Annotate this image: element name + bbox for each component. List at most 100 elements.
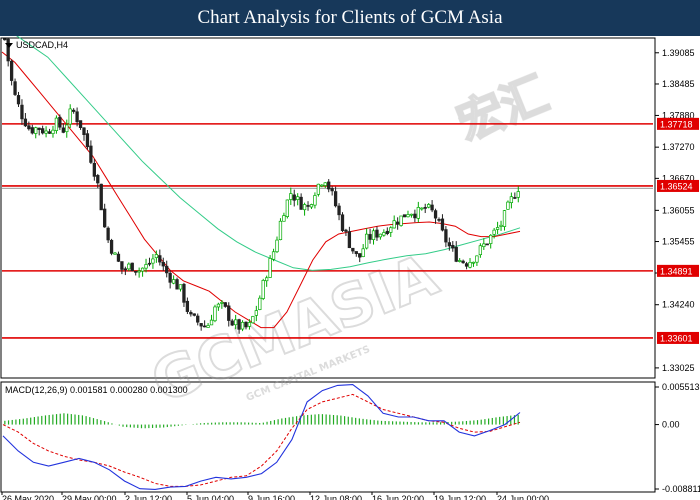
candle-body [333,191,338,207]
candle-body [230,320,234,326]
symbol-label: USDCAD,H4 [16,40,68,50]
candle-body [458,260,462,262]
level-tag: 1.34891 [657,264,699,277]
chart-area: GCMASIA 宏汇 GCM CAPITAL MARKETS 1.390851.… [0,36,700,500]
candle-body [247,322,252,327]
candle-body [202,325,207,328]
candle-body [327,181,331,190]
level-tag: 1.33601 [657,331,699,344]
candle-body [406,214,410,218]
macd-tick-label: 0.005513 [662,382,700,392]
candle-body [144,264,148,269]
candle-body [399,215,403,226]
candle-body [154,254,159,259]
candle-body [13,81,17,95]
candle-body [378,233,383,238]
candle-body [171,279,176,284]
candle-body [261,280,265,299]
candle-body [385,230,389,234]
candle [285,199,289,219]
candle-body [495,227,500,230]
candle-body [40,128,45,134]
candle-body [361,248,365,257]
candle-body [34,127,38,134]
candle-body [302,204,307,211]
candle-body [502,210,507,227]
candle-body [68,108,72,125]
candle-body [316,183,321,195]
candle-body [509,196,514,204]
candle-body [244,321,248,328]
candle-body [130,262,134,272]
candle-body [209,319,214,326]
candle-body [437,219,441,221]
macd-tick-label: -0.008811 [662,484,700,494]
candle-body [451,244,455,249]
candle [402,214,407,218]
candle-body [72,109,76,112]
candle-body [423,207,427,209]
candle-body [92,162,96,177]
candle-body [75,111,79,123]
time-axis: 26 May 2020 29 May 00:00 2 Jun 12:00 5 Jun … [1,492,549,500]
candle-body [409,213,414,216]
candle-body [320,184,324,187]
price-tick-label: 1.33025 [662,363,695,373]
candle-body [6,38,10,62]
candle-body [402,214,407,218]
candle-body [278,220,283,241]
candle-body [265,277,269,282]
chart-title: Chart Analysis for Clients of GCM Asia [0,0,700,36]
candle [268,255,272,278]
candle-body [96,175,100,184]
price-tick-label: 1.36055 [662,205,695,215]
level-label: 1.36524 [660,181,693,191]
candle-body [358,253,362,258]
candle-body [489,234,493,244]
candle-body [137,270,141,273]
candle-body [47,131,52,134]
candle-body [475,255,479,263]
price-tick-label: 1.34240 [662,300,695,310]
candle-body [113,252,117,255]
candle-body [30,127,34,134]
candle-body [444,229,448,243]
candle-body [344,229,348,232]
candle [130,262,134,272]
candle-body [109,239,114,254]
candle-body [296,196,300,200]
candle [399,215,403,227]
candle-body [416,207,420,219]
candle-body [299,196,303,210]
candle-body [151,258,155,264]
candle-body [413,213,417,219]
candle [316,183,321,197]
time-tick-label: 2 Jun 12:00 [125,494,172,500]
candle-body [427,204,431,208]
candle-body [289,193,293,200]
time-tick-label: 29 May 00:00 [62,494,117,500]
candle-body [430,204,434,211]
candle-body [27,125,31,130]
candle-body [485,243,489,246]
candle-body [51,129,55,134]
candle-body [127,263,131,270]
candle-body [506,201,510,210]
candle-body [120,261,124,270]
candle [54,115,59,134]
candle-body [147,262,152,265]
candle-body [16,95,21,105]
macd-tick-label: 0.00 [662,420,680,430]
candle-body [3,38,7,41]
candle-body [99,183,103,211]
candle-body [123,268,128,271]
price-tick-label: 1.39085 [662,48,695,58]
candle-body [103,208,107,228]
candle-body [189,312,193,315]
candle-body [175,279,179,290]
candle-body [134,270,138,273]
candle-body [275,239,279,253]
candle-body [392,220,396,229]
candle [175,277,179,290]
time-tick-label: 24 Jun 00:00 [497,494,549,500]
